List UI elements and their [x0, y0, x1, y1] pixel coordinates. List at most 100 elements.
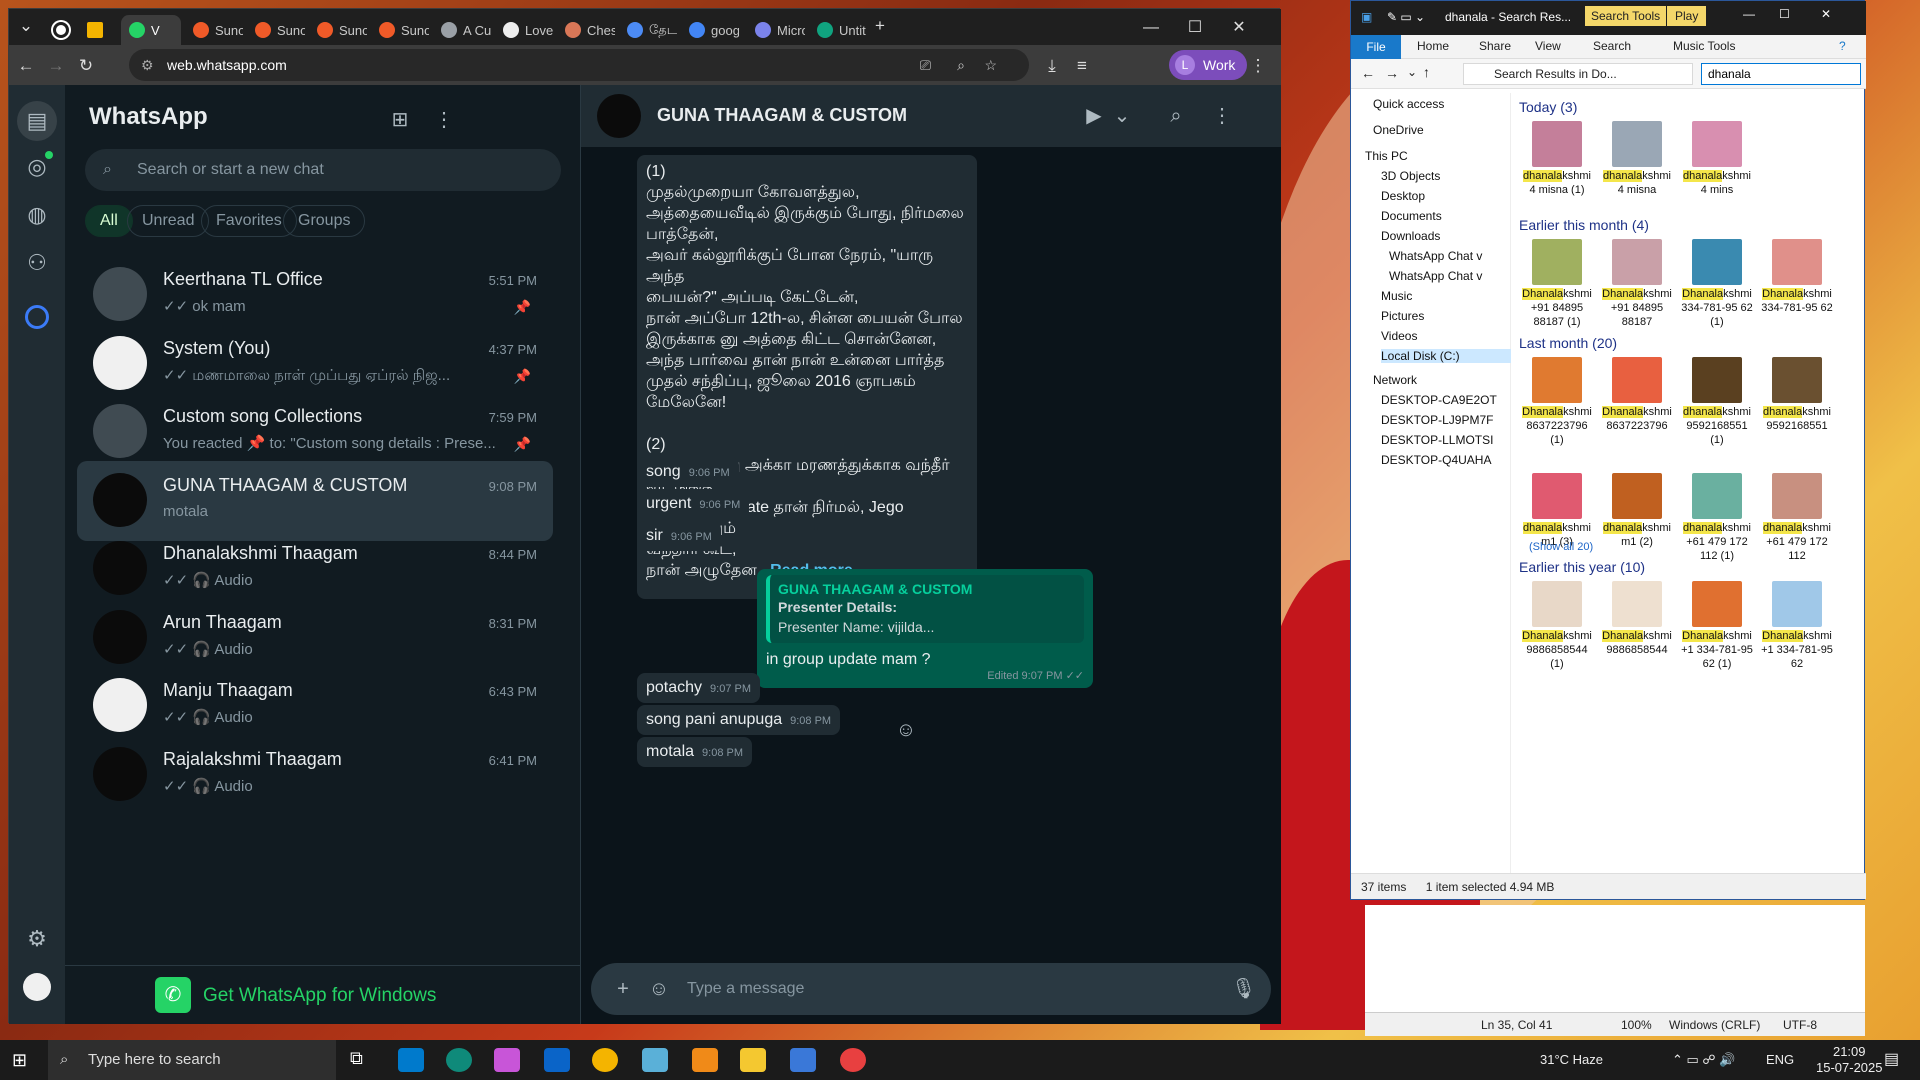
explorer-search-input[interactable]: dhanala [1701, 63, 1861, 85]
chrome-profile-icon[interactable] [840, 1048, 866, 1072]
vlc-icon[interactable] [692, 1048, 718, 1072]
show-all-link[interactable]: (Show all 20) [1529, 541, 1593, 553]
video-call-icon[interactable]: ▶ [1081, 103, 1107, 129]
sidebar-item[interactable]: Pictures [1381, 309, 1531, 323]
filter-groups[interactable]: Groups [283, 205, 366, 237]
copilot-icon[interactable] [494, 1048, 520, 1072]
notepad-icon[interactable] [642, 1048, 668, 1072]
meta-ai-icon[interactable] [25, 305, 49, 329]
browser-tab[interactable]: Suno [309, 15, 367, 45]
filter-unread[interactable]: Unread [127, 205, 210, 237]
message-input[interactable]: Type a message [591, 963, 1271, 1015]
sidebar-item[interactable]: Music [1381, 289, 1531, 303]
store-icon[interactable] [790, 1048, 816, 1072]
sidebar-item[interactable]: Documents [1381, 209, 1531, 223]
site-info-icon[interactable]: ⚙ [141, 49, 154, 81]
address-bar[interactable]: ⚙ web.whatsapp.com ⎚ ⌕ ☆ [129, 49, 1029, 81]
sidebar-item[interactable]: Desktop [1381, 189, 1531, 203]
file-thumbnail[interactable]: Dhanalakshmi 334-781-95 62 (1) [1681, 239, 1753, 329]
file-thumbnail[interactable]: Dhanalakshmi 9886858544 (1) [1521, 581, 1593, 671]
chrome-menu-icon[interactable]: ⋮ [1247, 55, 1269, 77]
sidebar-item[interactable]: OneDrive [1373, 123, 1523, 137]
close-icon[interactable]: ✕ [1217, 15, 1261, 41]
edge-icon[interactable] [446, 1048, 472, 1072]
browser-tab[interactable]: A Cus [433, 15, 491, 45]
browser-tab[interactable]: V [121, 15, 181, 45]
browser-tab[interactable]: goog [681, 15, 739, 45]
forward-icon[interactable]: → [45, 55, 67, 77]
chrome-icon[interactable] [592, 1048, 618, 1072]
sidebar-item[interactable]: Videos [1381, 329, 1531, 343]
channels-icon[interactable]: ◍ [23, 201, 51, 229]
sidebar-item[interactable]: Downloads [1381, 229, 1531, 243]
help-icon[interactable]: ? [1839, 39, 1846, 53]
browser-tab[interactable]: Ches [557, 15, 615, 45]
search-icon[interactable]: ⌕ [1163, 103, 1189, 129]
conversation-header[interactable]: GUNA THAAGAM & CUSTOM ▶ ⌄ ⌕ ⋮ [581, 85, 1281, 147]
group-last-month[interactable]: Last month (20) [1519, 335, 1617, 351]
chevron-down-icon[interactable]: ⌄ [1109, 103, 1135, 129]
up-icon[interactable]: ↑ [1423, 64, 1430, 80]
file-thumbnail[interactable]: Dhanalakshmi 9886858544 [1601, 581, 1673, 657]
menu-icon[interactable]: ⋮ [1209, 103, 1235, 129]
sidebar-item[interactable]: Quick access [1373, 97, 1523, 111]
back-icon[interactable]: ← [1361, 65, 1375, 81]
ribbon-view[interactable]: View [1535, 39, 1561, 53]
back-icon[interactable]: ← [15, 55, 37, 77]
browser-tab[interactable]: Love [495, 15, 553, 45]
file-thumbnail[interactable]: Dhanalakshmi +1 334-781-95 62 [1761, 581, 1833, 671]
quoted-message[interactable]: GUNA THAAGAM & CUSTOM Presenter Details:… [766, 575, 1084, 643]
media-icon[interactable]: ≡ [1071, 55, 1093, 77]
clock[interactable]: 21:09 15-07-2025 [1816, 1044, 1883, 1080]
minimize-icon[interactable]: — [1129, 15, 1173, 41]
attach-icon[interactable]: + [611, 977, 635, 1001]
new-tab-icon[interactable]: + [869, 15, 891, 37]
communities-icon[interactable]: ⚇ [23, 249, 51, 277]
file-thumbnail[interactable]: dhanalakshmi m1 (3) [1521, 473, 1593, 549]
emoji-react-icon[interactable]: ☺ [893, 717, 919, 743]
sidebar-item[interactable]: Network [1373, 373, 1523, 387]
quick-access-toolbar-icon[interactable]: ✎ ▭ ⌄ [1387, 10, 1425, 24]
filter-all[interactable]: All [85, 205, 133, 237]
play-tab[interactable]: Play [1667, 6, 1707, 26]
browser-tab[interactable]: Suno [371, 15, 429, 45]
sidebar-item[interactable]: Local Disk (C:) [1381, 349, 1531, 363]
reload-icon[interactable]: ↻ [75, 55, 97, 77]
file-thumbnail[interactable]: Dhanalakshmi +91 84895 88187 (1) [1521, 239, 1593, 329]
notifications-icon[interactable]: ▤ [1884, 1040, 1899, 1080]
downloads-icon[interactable]: ⤓ [1041, 55, 1063, 77]
ribbon-file[interactable]: File [1351, 35, 1401, 59]
file-thumbnail[interactable]: dhanalakshmi m1 (2) [1601, 473, 1673, 549]
profile-avatar-icon[interactable] [23, 973, 51, 1001]
sidebar-item[interactable]: DESKTOP-CA9E2OT [1381, 393, 1531, 407]
file-thumbnail[interactable]: dhanalakshmi 4 misna (1) [1521, 121, 1593, 197]
file-thumbnail[interactable]: dhanalakshmi 4 mins [1681, 121, 1753, 197]
sticker-icon[interactable]: ☺ [647, 977, 671, 1001]
ribbon-music-tools[interactable]: Music Tools [1673, 39, 1735, 53]
sidebar-item[interactable]: DESKTOP-LLMOTSI [1381, 433, 1531, 447]
search-tools-tab[interactable]: Search Tools [1585, 6, 1667, 26]
file-explorer-icon[interactable] [740, 1048, 766, 1072]
search-input[interactable]: ⌕ Search or start a new chat [85, 149, 561, 191]
microphone-icon[interactable]: 🎙 [1231, 977, 1256, 1001]
windows-start-icon[interactable]: ⊞ [12, 1050, 27, 1071]
file-thumbnail[interactable]: dhanalakshmi 9592168551 [1761, 357, 1833, 433]
sidebar-item[interactable]: This PC [1365, 149, 1515, 163]
zoom-icon[interactable]: ⌕ [957, 49, 965, 81]
minimize-icon[interactable]: — [1743, 7, 1755, 21]
get-whatsapp-link[interactable]: Get WhatsApp for Windows [65, 965, 581, 1024]
chat-row[interactable]: Rajalakshmi Thaagam 6:41 PM ✓✓ 🎧 Audio [77, 735, 553, 815]
maximize-icon[interactable]: ☐ [1173, 15, 1217, 41]
browser-tab[interactable]: தேட [619, 15, 677, 45]
vscode-icon[interactable] [398, 1048, 424, 1072]
ribbon-home[interactable]: Home [1417, 39, 1449, 53]
group-earlier-month[interactable]: Earlier this month (4) [1519, 217, 1649, 233]
file-thumbnail[interactable]: Dhanalakshmi +91 84895 88187 [1601, 239, 1673, 329]
tab-drive[interactable] [79, 15, 113, 45]
file-thumbnail[interactable]: Dhanalakshmi +1 334-781-95 62 (1) [1681, 581, 1753, 671]
ribbon-share[interactable]: Share [1479, 39, 1511, 53]
file-thumbnail[interactable]: dhanalakshmi +61 479 172 112 (1) [1681, 473, 1753, 563]
address-path[interactable]: Search Results in Do... [1463, 63, 1693, 85]
sidebar-item[interactable]: DESKTOP-Q4UAHA [1381, 453, 1531, 467]
file-thumbnail[interactable]: Dhanalakshmi 334-781-95 62 [1761, 239, 1833, 315]
